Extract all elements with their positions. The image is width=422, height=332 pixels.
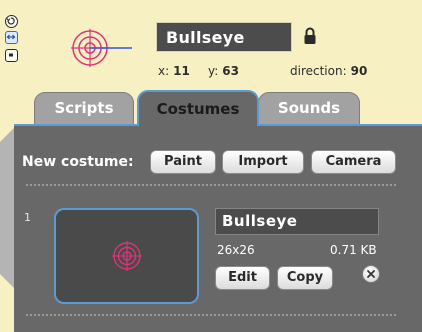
camera-button[interactable]: Camera [311,150,396,174]
sprite-editor: Bullseye x: 11 y: 63 direction: 90 Scripts … [0,0,422,332]
costume-thumbnail[interactable] [54,208,199,304]
costume-dimensions: 26x26 [217,243,255,257]
y-value: 63 [222,64,239,78]
rotate-left-right-icon[interactable] [5,31,18,44]
bullseye-costume-image [112,241,142,271]
sprite-x-readout: x: 11 [158,64,190,78]
divider [26,314,396,316]
lock-icon[interactable] [303,27,317,45]
tab-costumes[interactable]: Costumes [137,90,259,126]
sprite-direction-readout: direction: 90 [290,64,367,78]
direction-value: 90 [350,64,368,78]
copy-button[interactable]: Copy [277,266,333,290]
edit-button[interactable]: Edit [215,266,270,290]
panel-side-bevel [0,128,14,288]
divider [26,184,396,186]
import-button[interactable]: Import [222,150,304,174]
paint-button[interactable]: Paint [150,150,216,174]
sprite-y-readout: y: 63 [208,64,239,78]
x-label: x: [158,64,170,78]
sprite-name-field[interactable]: Bullseye [156,22,292,52]
rotate-full-icon[interactable] [5,15,18,28]
y-label: y: [208,64,219,78]
x-value: 11 [173,64,190,78]
direction-label: direction: [290,64,347,78]
costume-number: 1 [24,211,31,224]
costume-name-field[interactable]: Bullseye [215,208,379,235]
costume-file-size: 0.71 KB [330,243,377,257]
tab-sounds[interactable]: Sounds [258,92,360,125]
delete-icon[interactable] [362,265,380,283]
new-costume-label: New costume: [22,154,134,170]
no-rotate-icon[interactable] [5,49,18,62]
tab-scripts[interactable]: Scripts [34,92,134,125]
sprite-thumbnail [71,29,132,67]
